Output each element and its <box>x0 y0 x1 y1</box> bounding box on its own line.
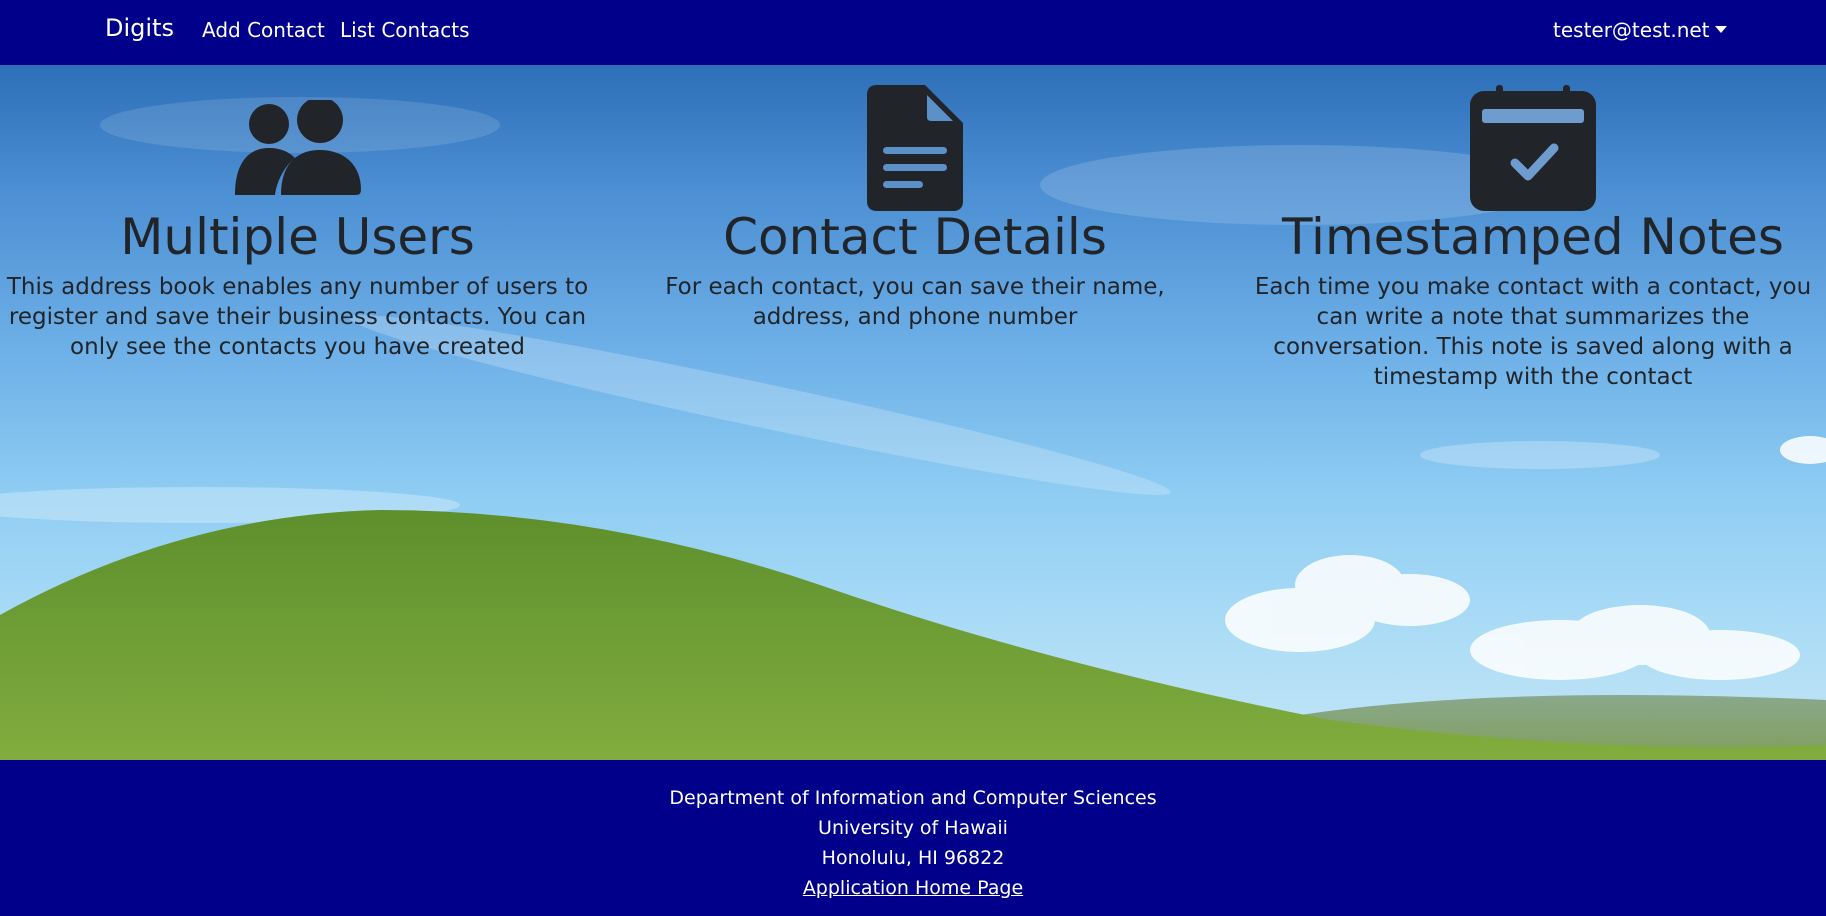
feature-title: Contact Details <box>723 208 1107 266</box>
nav-list-contacts[interactable]: List Contacts <box>340 18 470 42</box>
user-dropdown[interactable]: tester@test.net <box>1553 18 1727 42</box>
file-text-icon <box>867 85 963 211</box>
feature-multiple-users: Multiple Users This address book enables… <box>0 65 595 362</box>
caret-down-icon <box>1714 26 1727 33</box>
footer-department: Department of Information and Computer S… <box>669 787 1157 809</box>
footer-university: University of Hawaii <box>818 817 1008 839</box>
feature-contact-details: Contact Details For each contact, you ca… <box>640 65 1190 332</box>
top-navbar: Digits Add Contact List Contacts tester@… <box>0 0 1826 65</box>
users-icon <box>234 100 361 195</box>
calendar-check-icon <box>1470 85 1596 211</box>
hero-section: Multiple Users This address book enables… <box>0 65 1826 760</box>
brand-link[interactable]: Digits <box>105 14 174 42</box>
feature-title: Multiple Users <box>120 208 475 266</box>
nav-add-contact[interactable]: Add Contact <box>202 18 325 42</box>
feature-timestamped-notes: Timestamped Notes Each time you make con… <box>1240 65 1826 392</box>
feature-text: For each contact, you can save their nam… <box>665 274 1165 330</box>
footer-address: Honolulu, HI 96822 <box>821 847 1005 869</box>
feature-title: Timestamped Notes <box>1282 208 1784 266</box>
footer-home-link[interactable]: Application Home Page <box>803 877 1023 899</box>
user-email: tester@test.net <box>1553 18 1710 42</box>
feature-text: Each time you make contact with a contac… <box>1254 274 1812 390</box>
page-footer: Department of Information and Computer S… <box>0 760 1826 916</box>
feature-text: This address book enables any number of … <box>6 274 589 360</box>
